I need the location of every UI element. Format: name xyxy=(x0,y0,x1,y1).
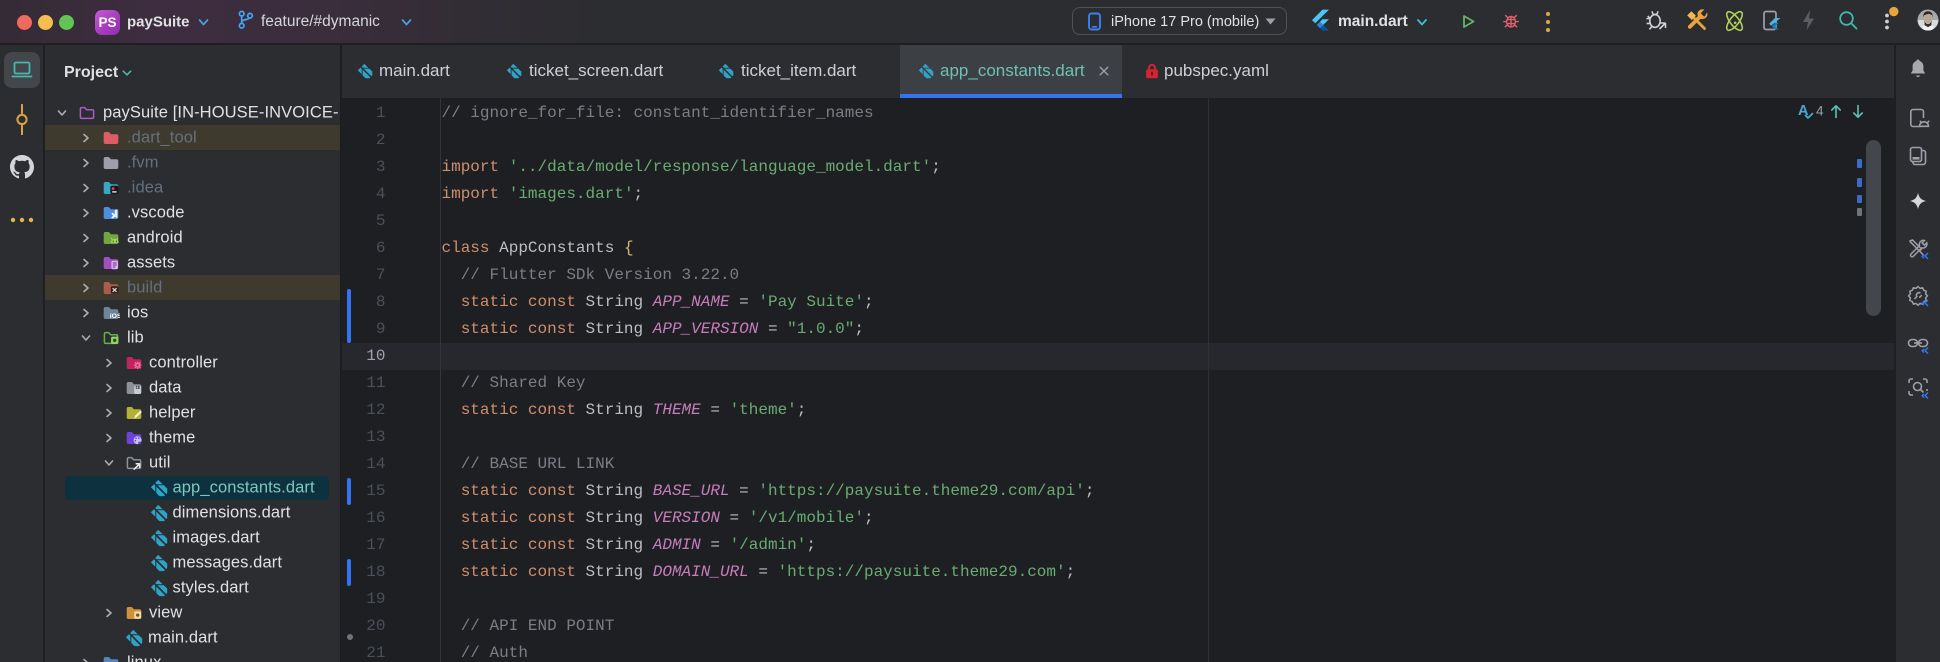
svg-text:iOS: iOS xyxy=(110,312,120,319)
